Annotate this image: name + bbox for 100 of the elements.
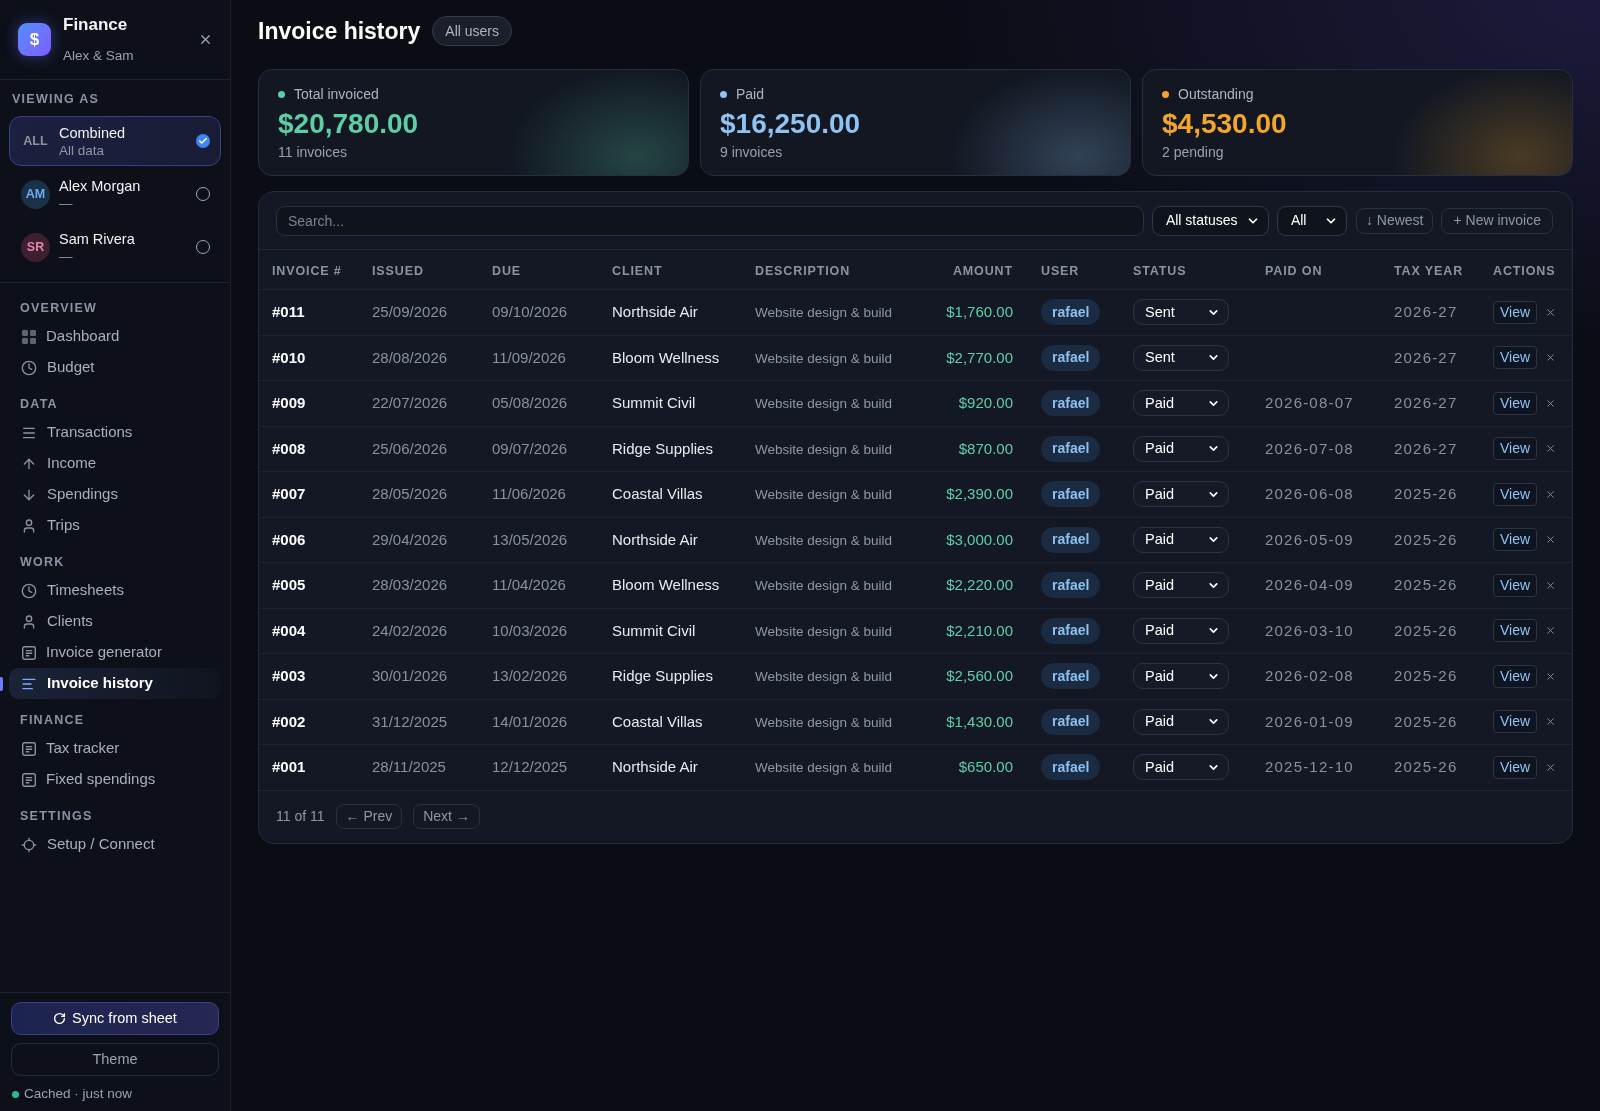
close-icon[interactable] — [1545, 352, 1557, 364]
close-icon[interactable] — [198, 32, 213, 47]
next-button[interactable]: Next → — [413, 804, 480, 829]
person-icon — [21, 517, 37, 534]
close-icon[interactable] — [1545, 534, 1557, 546]
view-button[interactable]: View — [1493, 346, 1538, 370]
nav-item[interactable]: Dashboard — [9, 321, 221, 352]
user-tag: rafael — [1041, 299, 1101, 326]
document-icon — [22, 741, 36, 756]
close-icon[interactable] — [1545, 443, 1557, 455]
close-icon[interactable] — [1545, 306, 1557, 318]
description: Website design & build — [755, 623, 893, 639]
view-button[interactable]: View — [1493, 437, 1538, 461]
sort-button[interactable]: ↓ Newest — [1355, 207, 1434, 234]
nav-item[interactable]: Budget — [9, 352, 221, 383]
user-tag: rafael — [1041, 390, 1101, 417]
clock-icon — [21, 582, 37, 599]
column-header: PAID ON — [1265, 263, 1323, 278]
nav-item[interactable]: Setup / Connect — [9, 829, 221, 860]
tax-year: 2025-26 — [1394, 576, 1458, 594]
status-filter[interactable]: All statuses — [1151, 205, 1269, 236]
status-select[interactable]: Sent — [1133, 344, 1229, 371]
view-button[interactable]: View — [1493, 573, 1538, 597]
close-icon[interactable] — [1545, 625, 1557, 637]
paid-date: 2026-08-07 — [1265, 394, 1354, 412]
description: Website design & build — [755, 396, 893, 412]
status-select[interactable]: Paid — [1133, 617, 1229, 644]
close-icon[interactable] — [1545, 579, 1557, 591]
due-date: 13/02/2026 — [492, 667, 568, 685]
close-icon[interactable] — [1545, 670, 1557, 682]
view-button[interactable]: View — [1493, 300, 1538, 324]
amount: $3,000.00 — [946, 530, 1013, 548]
status-select[interactable]: Paid — [1133, 481, 1229, 508]
close-icon[interactable] — [1545, 397, 1557, 409]
view-button[interactable]: View — [1493, 664, 1538, 688]
close-icon[interactable] — [1545, 761, 1557, 773]
nav-item[interactable]: Spendings — [9, 479, 221, 510]
nav-item[interactable]: Fixed spendings — [9, 764, 221, 795]
issue-date: 25/09/2026 — [372, 303, 448, 321]
nav-item[interactable]: Tax tracker — [9, 733, 221, 764]
clock-icon — [21, 359, 37, 376]
new-invoice-button[interactable]: + New invoice — [1441, 207, 1553, 234]
tax-year: 2025-26 — [1394, 485, 1458, 503]
amount: $2,220.00 — [946, 576, 1013, 594]
issue-date: 28/03/2026 — [372, 576, 448, 594]
status-select[interactable]: Paid — [1133, 435, 1229, 462]
status-select[interactable]: Sent — [1133, 299, 1229, 326]
amount: $650.00 — [958, 758, 1013, 776]
due-date: 11/04/2026 — [492, 576, 566, 594]
section-heading: DATA — [19, 396, 59, 413]
page-count: 11 of 11 — [276, 807, 325, 826]
due-date: 11/09/2026 — [492, 348, 566, 366]
nav-item[interactable]: Clients — [9, 606, 221, 637]
search-field[interactable]: Search... — [276, 205, 1144, 236]
status-select[interactable]: Paid — [1133, 754, 1229, 781]
paid-date: 2026-04-09 — [1265, 576, 1354, 594]
view-button[interactable]: View — [1493, 619, 1538, 643]
status-select[interactable]: Paid — [1133, 572, 1229, 599]
user-tag: rafael — [1041, 617, 1101, 644]
card-note: 9 invoices — [720, 143, 783, 161]
viewer-option[interactable]: SR Sam Rivera — — [9, 222, 221, 272]
view-button[interactable]: View — [1493, 755, 1538, 779]
client-name: Northside Air — [612, 758, 698, 776]
all-label: ALL — [22, 132, 49, 150]
nav-item[interactable]: Transactions — [9, 417, 221, 448]
status-select[interactable]: Paid — [1133, 708, 1229, 735]
sync-button[interactable]: Sync from sheet — [11, 1002, 219, 1035]
close-icon[interactable] — [1545, 488, 1557, 500]
view-button[interactable]: View — [1493, 528, 1538, 552]
viewer-detail: All data — [59, 141, 106, 159]
nav-item[interactable]: Invoice generator — [9, 637, 221, 668]
card-value: $4,530.00 — [1162, 107, 1287, 141]
status-select[interactable]: Paid — [1133, 390, 1229, 417]
avatar: SR — [21, 232, 50, 262]
selection-bar-icon — [0, 677, 3, 691]
viewer-name: Alex Morgan — [59, 176, 141, 195]
nav-item[interactable]: Timesheets — [9, 575, 221, 606]
column-header: DUE — [492, 263, 522, 278]
column-header: USER — [1041, 263, 1080, 278]
status-select[interactable]: Paid — [1133, 526, 1229, 553]
invoice-number: #002 — [272, 712, 306, 730]
nav-item[interactable]: Income — [9, 448, 221, 479]
prev-button[interactable]: ← Prev — [335, 804, 403, 829]
period-filter[interactable]: All — [1276, 205, 1347, 236]
nav-item[interactable]: Invoice history — [9, 668, 221, 699]
card-note: 2 pending — [1162, 143, 1224, 161]
refresh-icon — [53, 1012, 67, 1025]
client-name: Ridge Supplies — [612, 667, 713, 685]
issue-date: 28/08/2026 — [372, 348, 448, 366]
view-button[interactable]: View — [1493, 710, 1538, 734]
theme-button[interactable]: Theme — [11, 1043, 219, 1076]
status-select[interactable]: Paid — [1133, 663, 1229, 690]
client-name: Ridge Supplies — [612, 439, 713, 457]
view-button[interactable]: View — [1493, 482, 1538, 506]
tax-year: 2025-26 — [1394, 530, 1458, 548]
nav-item[interactable]: Trips — [9, 510, 221, 541]
view-button[interactable]: View — [1493, 391, 1538, 415]
close-icon[interactable] — [1545, 716, 1557, 728]
viewer-name: Combined — [59, 123, 126, 142]
document-icon — [22, 772, 36, 787]
